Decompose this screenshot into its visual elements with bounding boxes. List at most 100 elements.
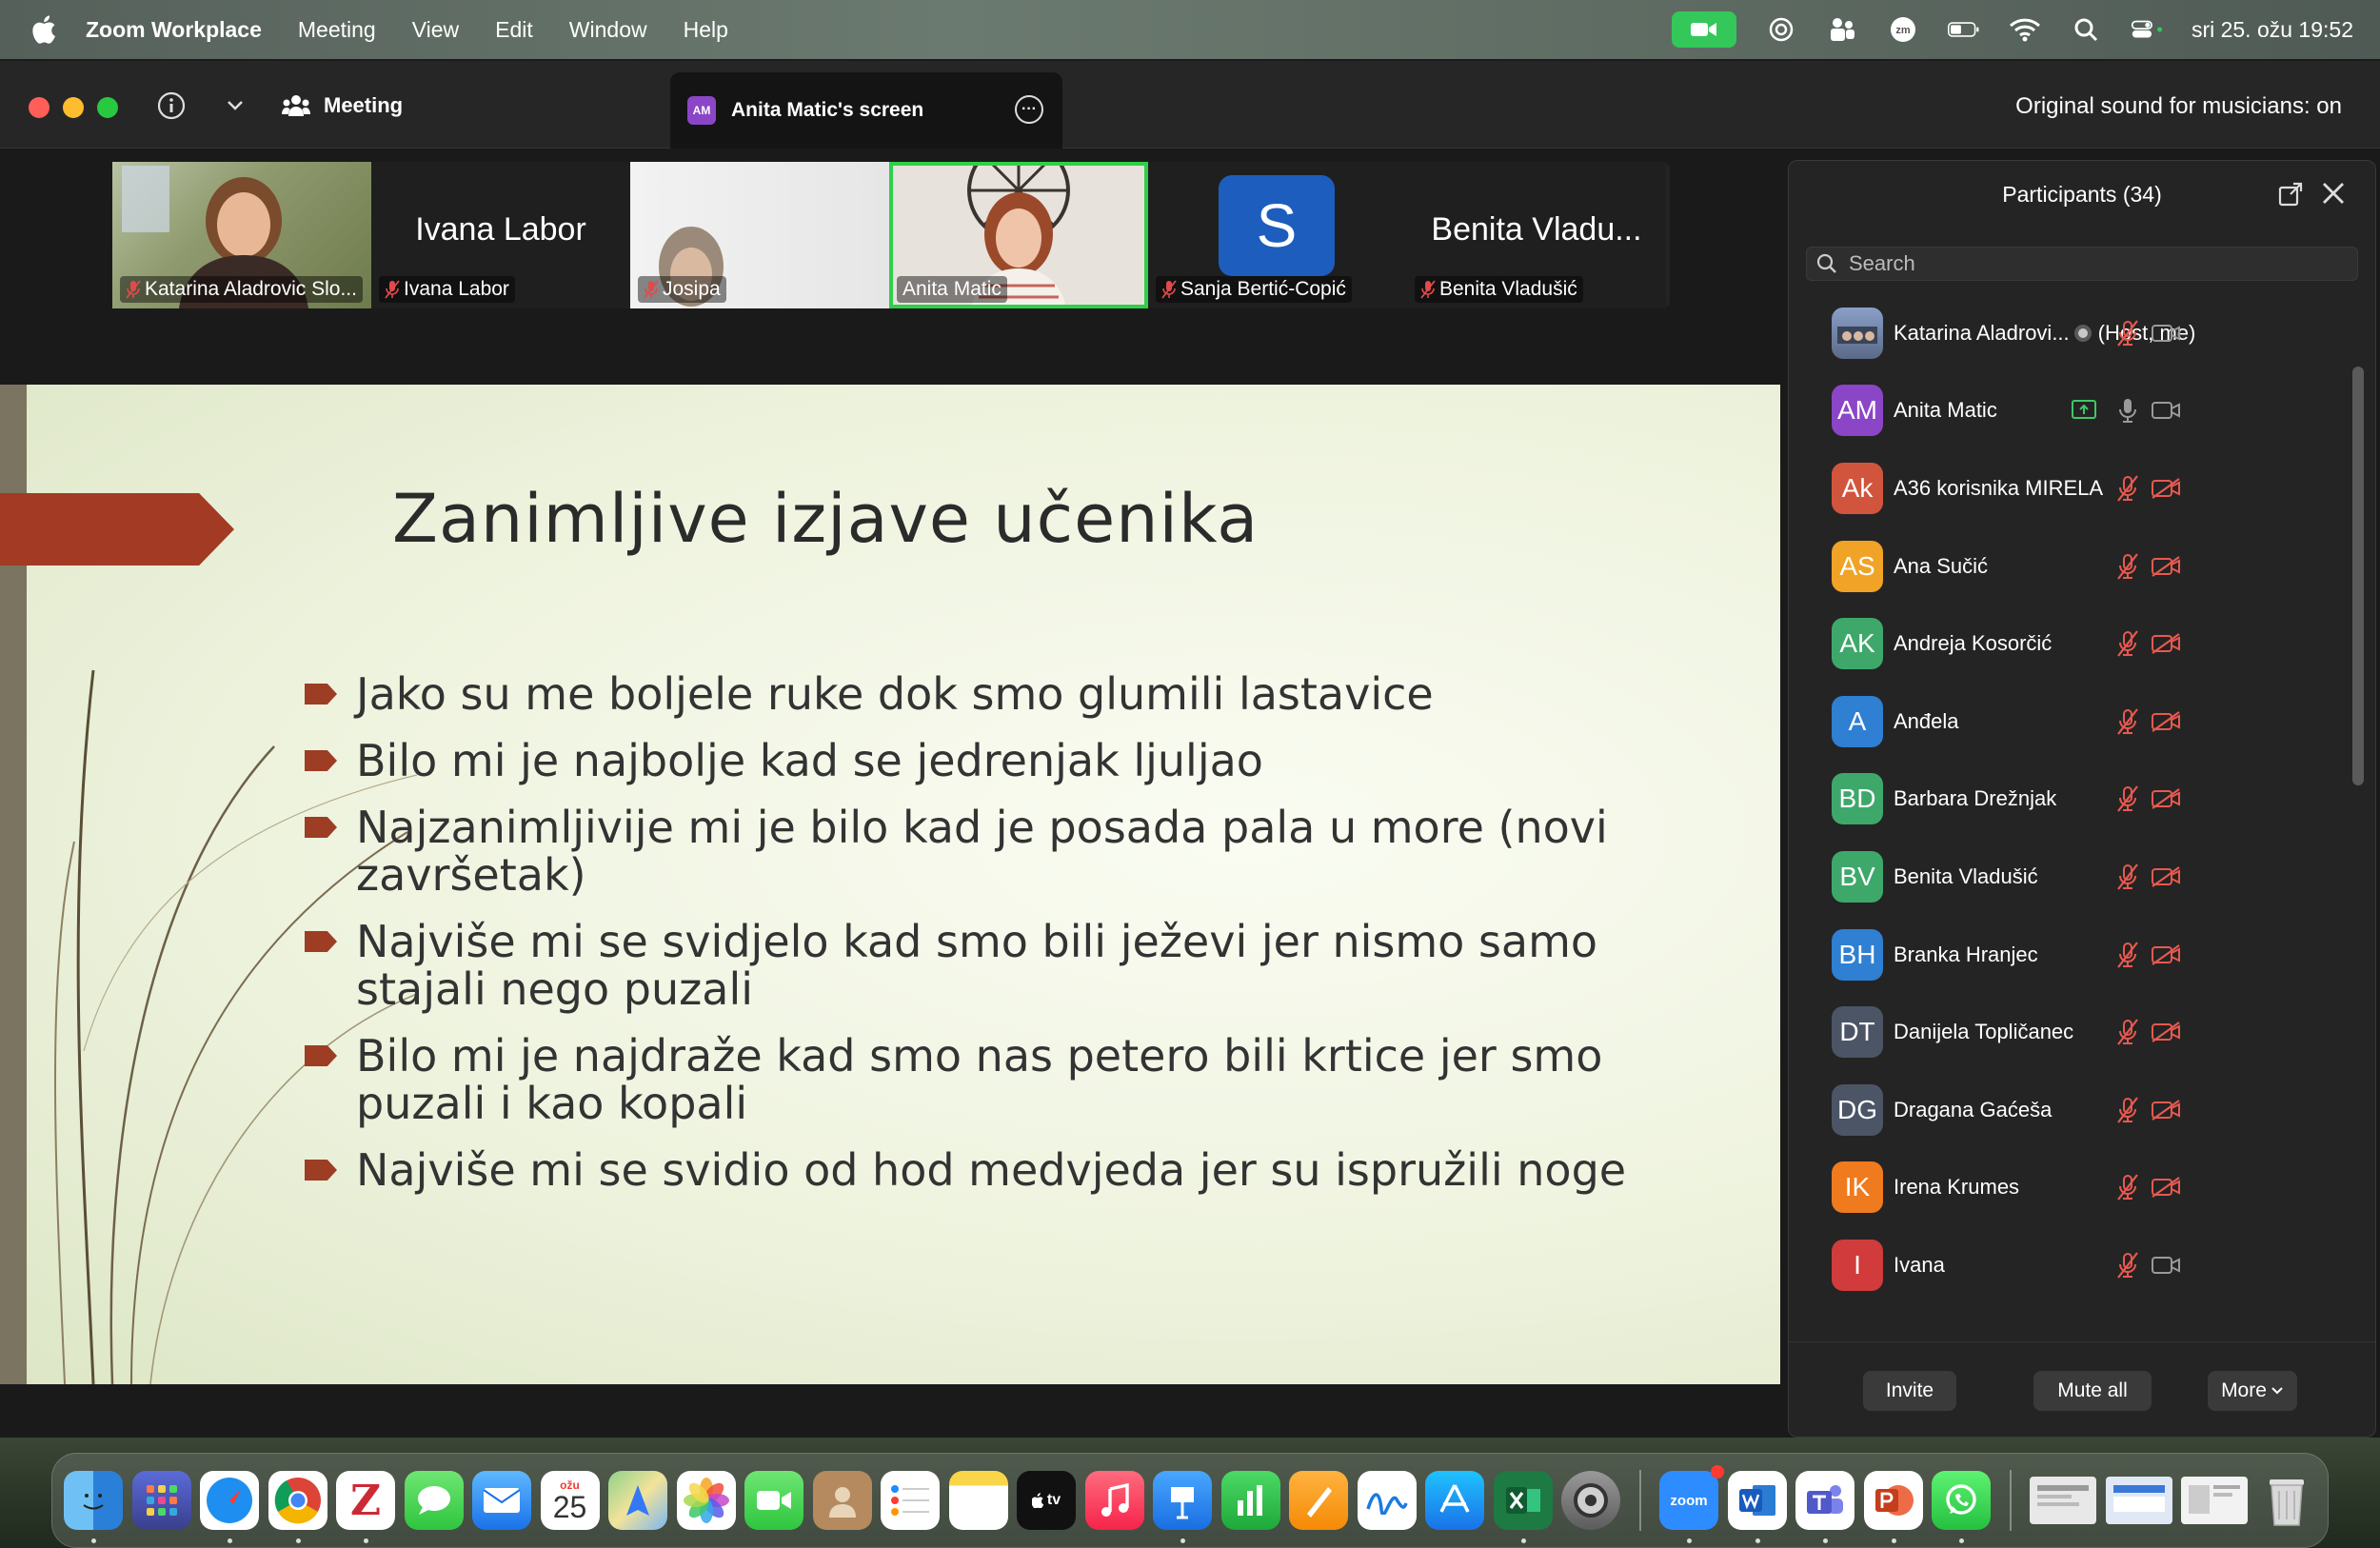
mic-muted-icon[interactable]	[2114, 784, 2141, 813]
camera-off-icon[interactable]	[2151, 477, 2181, 500]
teams-menu-icon[interactable]	[1826, 13, 1858, 46]
video-tile-josipa[interactable]: Josipa	[630, 162, 889, 308]
word-icon[interactable]	[1727, 1471, 1787, 1543]
mic-muted-icon[interactable]	[2114, 319, 2141, 347]
menu-help[interactable]: Help	[684, 17, 728, 43]
minimized-window-thumbnail[interactable]	[2105, 1477, 2172, 1524]
search-input[interactable]	[1849, 251, 2344, 276]
launchpad-icon[interactable]	[131, 1471, 191, 1530]
zotero-icon[interactable]: Z	[336, 1471, 395, 1543]
camera-off-icon[interactable]	[2151, 943, 2181, 966]
menu-meeting[interactable]: Meeting	[298, 17, 376, 43]
mic-muted-icon[interactable]	[2114, 941, 2141, 969]
maps-icon[interactable]	[608, 1471, 667, 1530]
tab-meeting[interactable]: Meeting	[282, 88, 403, 124]
participant-row[interactable]: BV Benita Vladušić	[1789, 838, 2350, 916]
messages-icon[interactable]	[404, 1471, 464, 1530]
camera-off-icon[interactable]	[2151, 555, 2181, 578]
photos-icon[interactable]	[676, 1471, 736, 1530]
minimized-window-thumbnail[interactable]	[2030, 1477, 2096, 1524]
menu-app-name[interactable]: Zoom Workplace	[86, 17, 262, 43]
trash-icon[interactable]	[2257, 1471, 2316, 1530]
camera-icon[interactable]	[2151, 322, 2181, 345]
mic-muted-icon[interactable]	[2114, 1018, 2141, 1046]
more-button[interactable]: More	[2208, 1371, 2297, 1411]
reminders-icon[interactable]	[881, 1471, 940, 1530]
finder-icon[interactable]	[64, 1471, 123, 1543]
apple-icon[interactable]	[29, 13, 57, 46]
participant-row[interactable]: BH Branka Hranjec	[1789, 916, 2350, 994]
menu-window[interactable]: Window	[569, 17, 647, 43]
calendar-icon[interactable]: ožu 25	[540, 1471, 600, 1530]
participant-row[interactable]: IK Irena Krumes	[1789, 1149, 2350, 1227]
participant-row[interactable]: AS Ana Sučić	[1789, 527, 2350, 605]
mic-muted-icon[interactable]	[2114, 474, 2141, 503]
camera-icon[interactable]	[2151, 399, 2181, 422]
menu-clock[interactable]: sri 25. ožu 19:52	[2192, 17, 2353, 43]
tab-shared-screen[interactable]: AM Anita Matic's screen ···	[670, 72, 1062, 149]
facetime-icon[interactable]	[744, 1471, 803, 1530]
menu-edit[interactable]: Edit	[495, 17, 533, 43]
video-tile-benita[interactable]: Benita Vladu... Benita Vladušić	[1407, 162, 1666, 308]
safari-icon[interactable]	[200, 1471, 259, 1543]
participant-row[interactable]: Ak A36 korisnika MIRELA	[1789, 449, 2350, 527]
shared-screen-slide[interactable]: Zanimljive izjave učenika Jako su me bol…	[0, 385, 1780, 1384]
mic-muted-icon[interactable]	[2114, 1251, 2141, 1280]
zoom-window-button[interactable]	[97, 97, 118, 118]
close-window-button[interactable]	[29, 97, 50, 118]
music-icon[interactable]	[1084, 1471, 1144, 1530]
app-store-icon[interactable]	[1425, 1471, 1484, 1530]
meeting-info-icon[interactable]	[155, 89, 188, 122]
notes-icon[interactable]	[948, 1471, 1008, 1530]
invite-button[interactable]: Invite	[1863, 1371, 1956, 1411]
screen-mirror-icon[interactable]	[1765, 13, 1797, 46]
participant-row[interactable]: BD Barbara Drežnjak	[1789, 761, 2350, 839]
powerpoint-icon[interactable]	[1863, 1471, 1923, 1543]
spotlight-search-icon[interactable]	[2070, 13, 2102, 46]
tv-icon[interactable]: tv	[1017, 1471, 1076, 1530]
menu-view[interactable]: View	[412, 17, 459, 43]
mic-muted-icon[interactable]	[2114, 552, 2141, 581]
contacts-icon[interactable]	[812, 1471, 872, 1530]
camera-off-icon[interactable]	[2151, 632, 2181, 655]
mic-muted-icon[interactable]	[2114, 629, 2141, 658]
participant-row[interactable]: IIvana	[1789, 1226, 2350, 1304]
original-sound-status[interactable]: Original sound for musicians: on	[2015, 93, 2342, 120]
camera-off-icon[interactable]	[2151, 865, 2181, 888]
system-settings-icon[interactable]	[1561, 1471, 1620, 1530]
whatsapp-icon[interactable]	[1932, 1471, 1991, 1543]
participant-row[interactable]: DG Dragana Gaćeša	[1789, 1071, 2350, 1149]
excel-icon[interactable]	[1493, 1471, 1553, 1543]
zoom-menu-icon[interactable]: zm	[1887, 13, 1919, 46]
mic-muted-icon[interactable]	[2114, 863, 2141, 891]
mic-icon[interactable]	[2114, 396, 2141, 425]
camera-off-icon[interactable]	[2151, 787, 2181, 810]
camera-icon[interactable]	[2151, 1254, 2181, 1277]
mic-muted-icon[interactable]	[2114, 1173, 2141, 1201]
video-tile-ivana-labor[interactable]: Ivana Labor Ivana Labor	[371, 162, 630, 308]
participants-search[interactable]	[1806, 247, 2358, 281]
camera-off-icon[interactable]	[2151, 1176, 2181, 1199]
video-tile-anita-matic[interactable]: Anita Matic	[889, 162, 1148, 308]
participant-row[interactable]: AK Andreja Kosorčić	[1789, 605, 2350, 683]
camera-off-icon[interactable]	[2151, 710, 2181, 733]
mute-all-button[interactable]: Mute all	[2033, 1371, 2152, 1411]
wifi-icon[interactable]	[2009, 13, 2041, 46]
participant-row[interactable]: IIvana	[1789, 1304, 2350, 1313]
participant-row[interactable]: Katarina Aladrovi... (Host, me)	[1789, 294, 2350, 372]
numbers-icon[interactable]	[1220, 1471, 1280, 1530]
camera-off-icon[interactable]	[2151, 1099, 2181, 1121]
mic-muted-icon[interactable]	[2114, 707, 2141, 736]
mail-icon[interactable]	[472, 1471, 531, 1530]
participant-row[interactable]: AM Anita Matic	[1789, 372, 2350, 450]
minimize-window-button[interactable]	[63, 97, 84, 118]
minimized-window-thumbnail[interactable]	[2181, 1477, 2248, 1524]
more-options-icon[interactable]: ···	[1015, 95, 1043, 124]
pages-icon[interactable]	[1289, 1471, 1348, 1530]
participant-row[interactable]: A Anđela	[1789, 683, 2350, 761]
video-status-icon[interactable]	[1671, 11, 1736, 48]
mic-muted-icon[interactable]	[2114, 1096, 2141, 1124]
battery-icon[interactable]	[1947, 13, 1980, 46]
chevron-down-icon[interactable]	[219, 89, 251, 122]
close-icon[interactable]	[2320, 180, 2347, 207]
